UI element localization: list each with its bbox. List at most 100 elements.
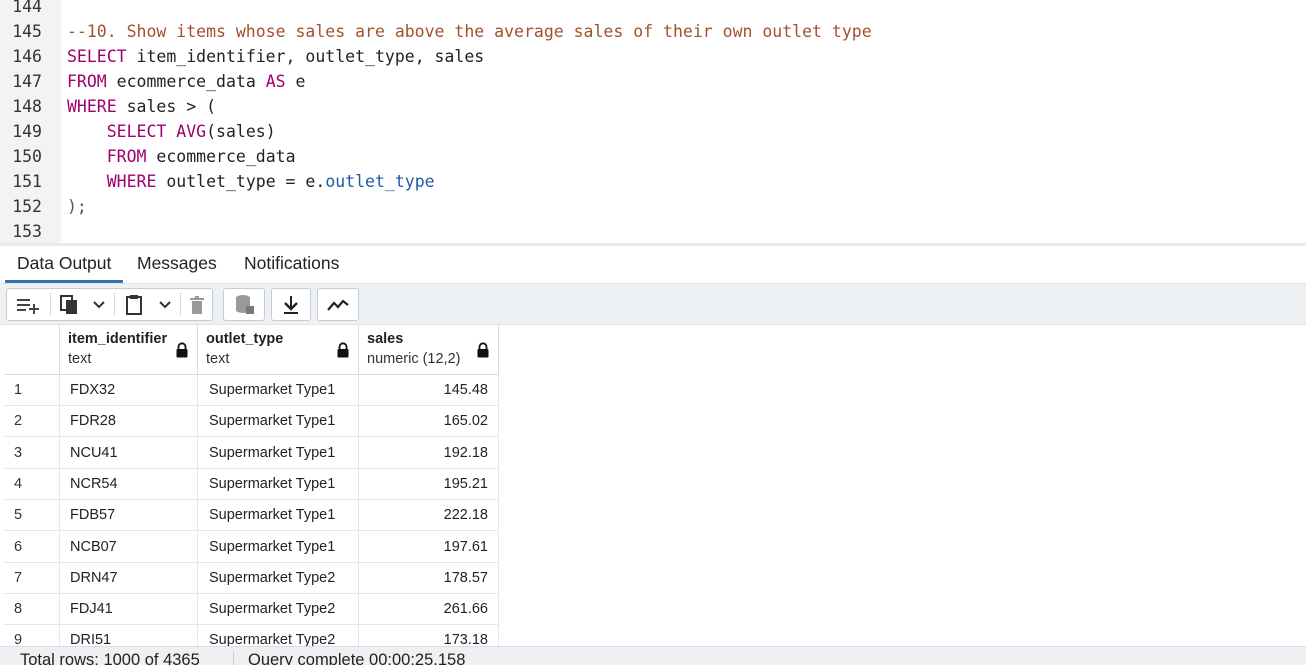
code-line[interactable]: 144: [0, 0, 1306, 19]
outlet-type-cell[interactable]: Supermarket Type1: [198, 468, 359, 500]
row-number-cell[interactable]: 4: [4, 468, 60, 500]
sales-cell[interactable]: 192.18: [359, 437, 499, 469]
sql-token: ecommerce_data: [146, 147, 296, 166]
outlet-type-cell[interactable]: Supermarket Type2: [198, 625, 359, 646]
sql-keyword: AS: [265, 72, 286, 91]
paste-options-dropdown[interactable]: [151, 289, 179, 320]
tab-data-output[interactable]: Data Output: [4, 252, 124, 283]
copy-icon: [60, 294, 77, 314]
outlet-type-cell[interactable]: Supermarket Type1: [198, 437, 359, 469]
outlet-type-cell[interactable]: Supermarket Type1: [198, 406, 359, 438]
sales-cell[interactable]: 178.57: [359, 562, 499, 594]
item-identifier-cell[interactable]: FDX32: [60, 375, 198, 406]
table-row[interactable]: 6 NCB07 Supermarket Type1 197.61: [4, 531, 499, 563]
table-row[interactable]: 3 NCU41 Supermarket Type1 192.18: [4, 437, 499, 469]
add-row-button[interactable]: [7, 289, 49, 320]
code-text: SELECT item_identifier, outlet_type, sal…: [67, 44, 484, 69]
sales-cell[interactable]: 145.48: [359, 375, 499, 406]
code-text: WHERE sales > (: [67, 94, 216, 119]
sql-token: ecommerce_data: [106, 72, 266, 91]
code-line[interactable]: 151 WHERE outlet_type = e.outlet_type: [0, 169, 1306, 194]
status-separator: [233, 651, 234, 665]
sql-token: outlet_type = e.: [156, 172, 326, 191]
code-line[interactable]: 153: [0, 219, 1306, 243]
code-line[interactable]: 149 SELECT AVG(sales): [0, 119, 1306, 144]
chevron-down-icon: [93, 300, 105, 308]
table-row[interactable]: 8 FDJ41 Supermarket Type2 261.66: [4, 594, 499, 626]
sql-token: );: [67, 197, 87, 216]
line-number: 148: [12, 97, 42, 116]
outlet-type-cell[interactable]: Supermarket Type1: [198, 531, 359, 563]
result-tabs: Data Output Messages Notifications: [0, 246, 1306, 283]
table-row[interactable]: 1 FDX32 Supermarket Type1 145.48: [4, 375, 499, 406]
graph-icon-wrap: [318, 289, 358, 320]
row-number-cell[interactable]: 8: [4, 594, 60, 626]
code-text: FROM ecommerce_data AS e: [67, 69, 305, 94]
code-line[interactable]: 150 FROM ecommerce_data: [0, 144, 1306, 169]
toolbar-separator: [50, 293, 51, 316]
sql-editor[interactable]: 144 145 --10. Show items whose sales are a…: [0, 0, 1306, 243]
paste-icon: [126, 294, 142, 315]
row-number-cell[interactable]: 1: [4, 375, 60, 406]
item-identifier-cell[interactable]: FDR28: [60, 406, 198, 438]
table-row[interactable]: 2 FDR28 Supermarket Type1 165.02: [4, 406, 499, 438]
row-number-cell[interactable]: 5: [4, 500, 60, 532]
copy-button[interactable]: [53, 289, 85, 320]
download-icon: [284, 295, 298, 314]
tab-messages[interactable]: Messages: [137, 252, 217, 274]
code-line[interactable]: 146 SELECT item_identifier, outlet_type, …: [0, 44, 1306, 69]
item-identifier-cell[interactable]: NCR54: [60, 468, 198, 500]
outlet-type-cell[interactable]: Supermarket Type1: [198, 500, 359, 532]
sales-cell[interactable]: 173.18: [359, 625, 499, 646]
database-save-icon: [236, 294, 254, 314]
column-header-sales[interactable]: sales numeric (12,2): [359, 325, 499, 375]
delete-row-button[interactable]: [182, 289, 212, 320]
sales-cell[interactable]: 197.61: [359, 531, 499, 563]
tab-notifications[interactable]: Notifications: [244, 252, 339, 274]
copy-options-dropdown[interactable]: [85, 289, 113, 320]
sales-cell[interactable]: 222.18: [359, 500, 499, 532]
toolbar-separator: [114, 293, 115, 316]
graph-visualiser-button[interactable]: [317, 288, 359, 321]
item-identifier-cell[interactable]: FDB57: [60, 500, 198, 532]
sales-cell[interactable]: 195.21: [359, 468, 499, 500]
sales-cell[interactable]: 261.66: [359, 594, 499, 626]
table-row[interactable]: 5 FDB57 Supermarket Type1 222.18: [4, 500, 499, 532]
code-line[interactable]: 152);: [0, 194, 1306, 219]
row-number-header[interactable]: [4, 325, 60, 375]
code-line[interactable]: 145 --10. Show items whose sales are abov…: [0, 19, 1306, 44]
line-number: 149: [12, 122, 42, 141]
row-number-cell[interactable]: 7: [4, 562, 60, 594]
sales-cell[interactable]: 165.02: [359, 406, 499, 438]
table-row[interactable]: 7 DRN47 Supermarket Type2 178.57: [4, 562, 499, 594]
line-number: 147: [12, 72, 42, 91]
code-text: SELECT AVG(sales): [67, 119, 276, 144]
table-row[interactable]: 4 NCR54 Supermarket Type1 195.21: [4, 468, 499, 500]
row-number-cell[interactable]: 2: [4, 406, 60, 438]
row-number-cell[interactable]: 3: [4, 437, 60, 469]
save-data-icon-wrap: [224, 289, 264, 320]
row-number-cell[interactable]: 6: [4, 531, 60, 563]
save-data-button[interactable]: [223, 288, 265, 321]
outlet-type-cell[interactable]: Supermarket Type2: [198, 594, 359, 626]
table-row[interactable]: 9 DRI51 Supermarket Type2 173.18: [4, 625, 499, 646]
item-identifier-cell[interactable]: NCU41: [60, 437, 198, 469]
row-number-cell[interactable]: 9: [4, 625, 60, 646]
line-number: 152: [12, 197, 42, 216]
sql-token: (sales): [206, 122, 276, 141]
item-identifier-cell[interactable]: DRI51: [60, 625, 198, 646]
data-output-grid[interactable]: item_identifier text outlet_type text sa…: [4, 325, 499, 646]
code-line[interactable]: 147 FROM ecommerce_data AS e: [0, 69, 1306, 94]
item-identifier-cell[interactable]: NCB07: [60, 531, 198, 563]
item-identifier-cell[interactable]: FDJ41: [60, 594, 198, 626]
column-header-outlet-type[interactable]: outlet_type text: [198, 325, 359, 375]
item-identifier-cell[interactable]: DRN47: [60, 562, 198, 594]
code-line[interactable]: 148 WHERE sales > (: [0, 94, 1306, 119]
outlet-type-cell[interactable]: Supermarket Type1: [198, 375, 359, 406]
column-header-item-identifier[interactable]: item_identifier text: [60, 325, 198, 375]
download-button[interactable]: [271, 288, 311, 321]
paste-button[interactable]: [117, 289, 151, 320]
outlet-type-cell[interactable]: Supermarket Type2: [198, 562, 359, 594]
